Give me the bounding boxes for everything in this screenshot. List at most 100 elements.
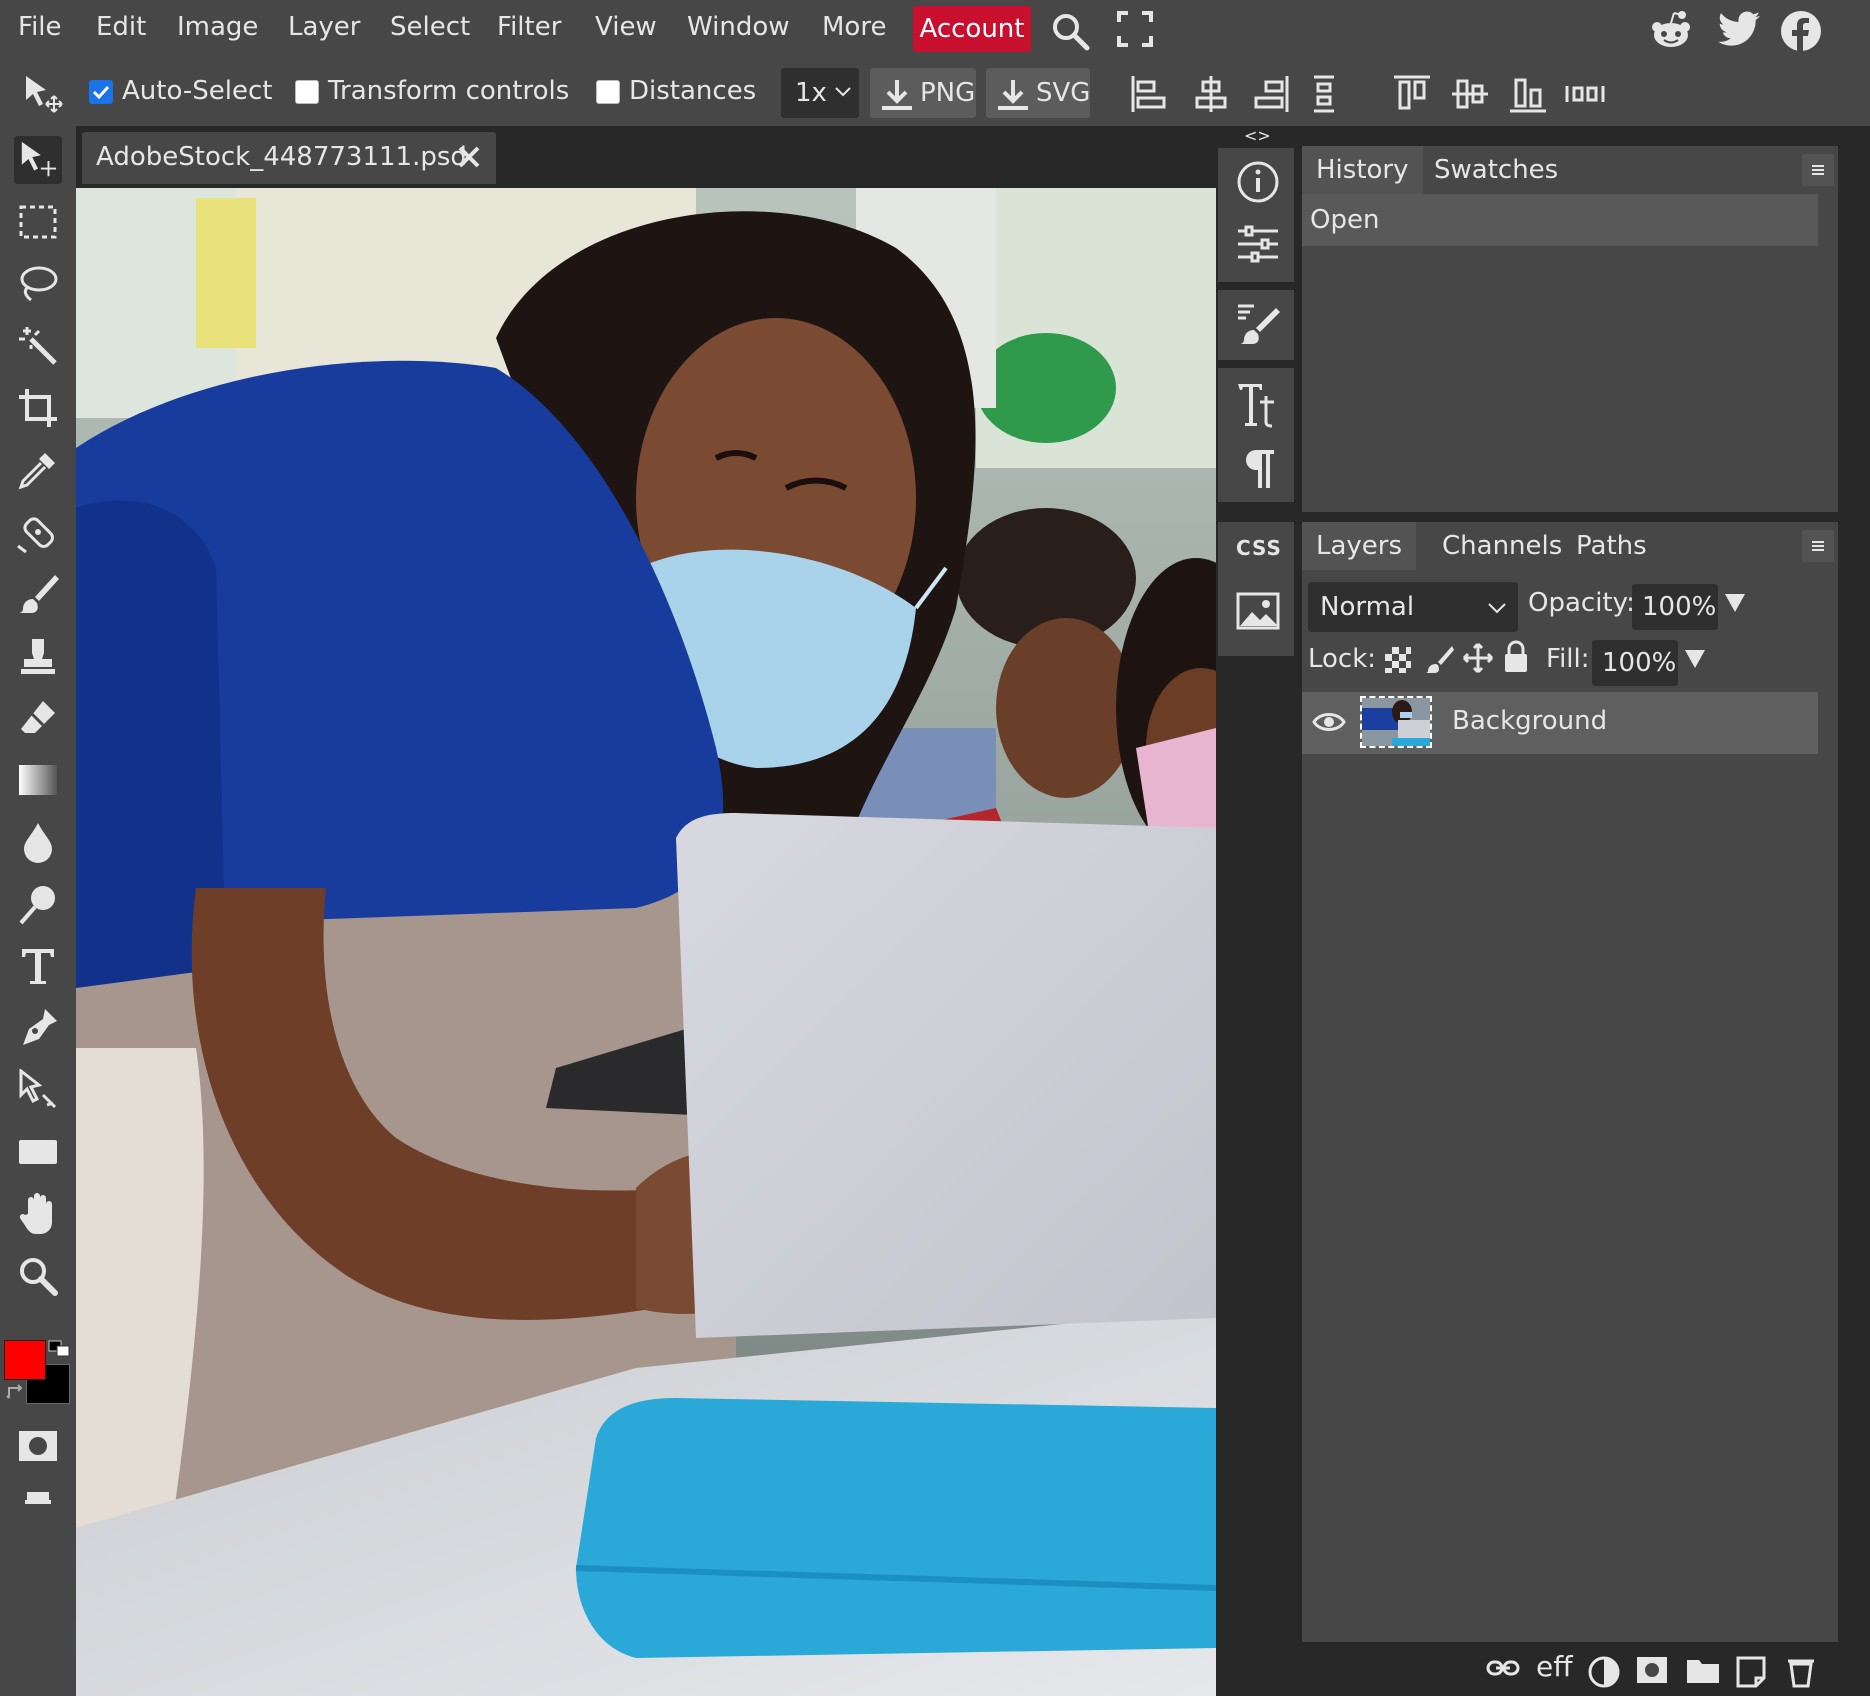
new-group-icon[interactable] — [1686, 1656, 1720, 1684]
auto-select-label[interactable]: Auto-Select — [122, 76, 272, 106]
opacity-dropdown-icon[interactable] — [1724, 592, 1746, 614]
align-vertical-center-icon[interactable] — [1450, 74, 1490, 114]
lock-transparency-icon[interactable] — [1384, 646, 1412, 674]
align-top-icon[interactable] — [1392, 74, 1432, 114]
document-tab[interactable]: AdobeStock_448773111.psd — [82, 132, 496, 184]
auto-select-checkbox[interactable] — [89, 80, 113, 104]
magic-wand-tool[interactable] — [14, 322, 62, 370]
history-panel: History Swatches Open — [1302, 146, 1838, 512]
reddit-icon[interactable] — [1650, 10, 1692, 50]
screen-mode-icon — [25, 1492, 51, 1504]
image-icon[interactable] — [1236, 592, 1280, 630]
menu-view[interactable]: View — [595, 12, 657, 42]
tab-layers[interactable]: Layers — [1302, 522, 1417, 570]
pen-tool[interactable] — [14, 1004, 62, 1052]
clone-stamp-tool[interactable] — [14, 632, 62, 680]
swap-colors-icon[interactable] — [6, 1382, 26, 1402]
facebook-icon[interactable] — [1780, 10, 1822, 52]
lock-move-icon[interactable] — [1462, 642, 1494, 674]
marquee-tool[interactable] — [14, 198, 62, 246]
export-png-button[interactable]: PNG — [870, 68, 976, 118]
menu-file[interactable]: File — [18, 12, 62, 42]
info-icon[interactable] — [1236, 160, 1280, 204]
layer-row[interactable]: Background — [1302, 692, 1818, 754]
tab-paths[interactable]: Paths — [1562, 522, 1661, 570]
align-left-icon[interactable] — [1130, 74, 1168, 114]
twitter-icon[interactable] — [1718, 10, 1760, 48]
path-select-tool[interactable] — [14, 1066, 62, 1114]
brush-tool[interactable] — [14, 570, 62, 618]
layer-effects-icon[interactable]: eff — [1536, 1650, 1573, 1683]
character-icon[interactable] — [1236, 380, 1280, 428]
delete-layer-icon[interactable] — [1786, 1656, 1816, 1688]
lasso-tool[interactable] — [14, 260, 62, 308]
align-horizontal-center-icon[interactable] — [1192, 74, 1230, 114]
zoom-tool[interactable] — [14, 1252, 62, 1300]
export-svg-button[interactable]: SVG — [986, 68, 1090, 118]
distances-checkbox[interactable] — [596, 80, 620, 104]
shape-tool[interactable] — [14, 1128, 62, 1176]
adjustment-layer-icon[interactable] — [1588, 1656, 1620, 1688]
panel-menu-icon[interactable] — [1802, 530, 1834, 562]
menu-select[interactable]: Select — [390, 12, 470, 42]
fill-input[interactable]: 100% — [1592, 640, 1678, 686]
distribute-vertical-icon[interactable] — [1310, 74, 1338, 114]
fill-dropdown-icon[interactable] — [1684, 648, 1706, 670]
transform-controls-checkbox[interactable] — [295, 80, 319, 104]
tab-swatches[interactable]: Swatches — [1420, 146, 1572, 194]
menu-filter[interactable]: Filter — [497, 12, 561, 42]
zoom-select[interactable]: 1x — [781, 68, 859, 118]
panel-menu-icon[interactable] — [1802, 154, 1834, 186]
canvas-image[interactable] — [76, 188, 1216, 1696]
eye-icon[interactable] — [1312, 710, 1346, 734]
fullscreen-icon[interactable] — [1116, 10, 1154, 48]
css-icon[interactable]: CSS — [1236, 536, 1282, 560]
search-icon[interactable] — [1049, 10, 1091, 52]
menu-window[interactable]: Window — [687, 12, 790, 42]
hand-icon — [19, 1193, 52, 1234]
history-item[interactable]: Open — [1302, 194, 1818, 246]
paragraph-icon[interactable] — [1236, 446, 1280, 490]
screen-mode-tool[interactable] — [14, 1474, 62, 1522]
collapse-left-toggle[interactable]: <> — [1244, 126, 1271, 145]
dodge-tool[interactable] — [14, 880, 62, 928]
eraser-tool[interactable] — [14, 694, 62, 742]
type-tool[interactable] — [14, 942, 62, 990]
layers-panel: Layers Channels Paths Normal Opacity: 10… — [1302, 522, 1838, 1642]
menu-more[interactable]: More — [822, 12, 886, 42]
menu-image[interactable]: Image — [177, 12, 258, 42]
crop-tool[interactable] — [14, 384, 62, 432]
lock-all-icon[interactable] — [1502, 640, 1530, 674]
default-colors-icon[interactable] — [48, 1340, 72, 1358]
adjustments-icon[interactable] — [1236, 224, 1280, 264]
quick-mask-tool[interactable] — [14, 1422, 62, 1470]
gradient-tool[interactable] — [14, 756, 62, 804]
distances-label[interactable]: Distances — [629, 76, 756, 106]
account-button[interactable]: Account — [913, 6, 1031, 52]
transform-controls-label[interactable]: Transform controls — [328, 76, 569, 106]
brush-settings-icon[interactable] — [1236, 302, 1280, 346]
eyedropper-tool[interactable] — [14, 446, 62, 494]
type-icon — [22, 949, 54, 984]
link-layers-icon[interactable] — [1486, 1656, 1520, 1680]
menu-edit[interactable]: Edit — [96, 12, 146, 42]
hand-tool[interactable] — [14, 1190, 62, 1238]
lock-paint-icon[interactable] — [1424, 644, 1454, 674]
foreground-color-swatch[interactable] — [4, 1340, 46, 1380]
distribute-horizontal-icon[interactable] — [1564, 74, 1606, 114]
healing-brush-tool[interactable] — [14, 508, 62, 556]
blend-mode-select[interactable]: Normal — [1308, 582, 1518, 632]
tab-history[interactable]: History — [1302, 146, 1423, 194]
crop-icon — [19, 389, 57, 427]
options-bar: Auto-Select Transform controls Distances… — [0, 60, 1870, 126]
tab-channels[interactable]: Channels — [1428, 522, 1576, 570]
close-icon[interactable] — [456, 144, 482, 170]
move-tool[interactable] — [14, 136, 62, 184]
align-right-icon[interactable] — [1252, 74, 1290, 114]
layer-mask-icon[interactable] — [1636, 1656, 1668, 1684]
opacity-input[interactable]: 100% — [1632, 584, 1718, 630]
blur-tool[interactable] — [14, 818, 62, 866]
new-layer-icon[interactable] — [1736, 1656, 1766, 1688]
align-bottom-icon[interactable] — [1508, 74, 1548, 114]
menu-layer[interactable]: Layer — [288, 12, 361, 42]
